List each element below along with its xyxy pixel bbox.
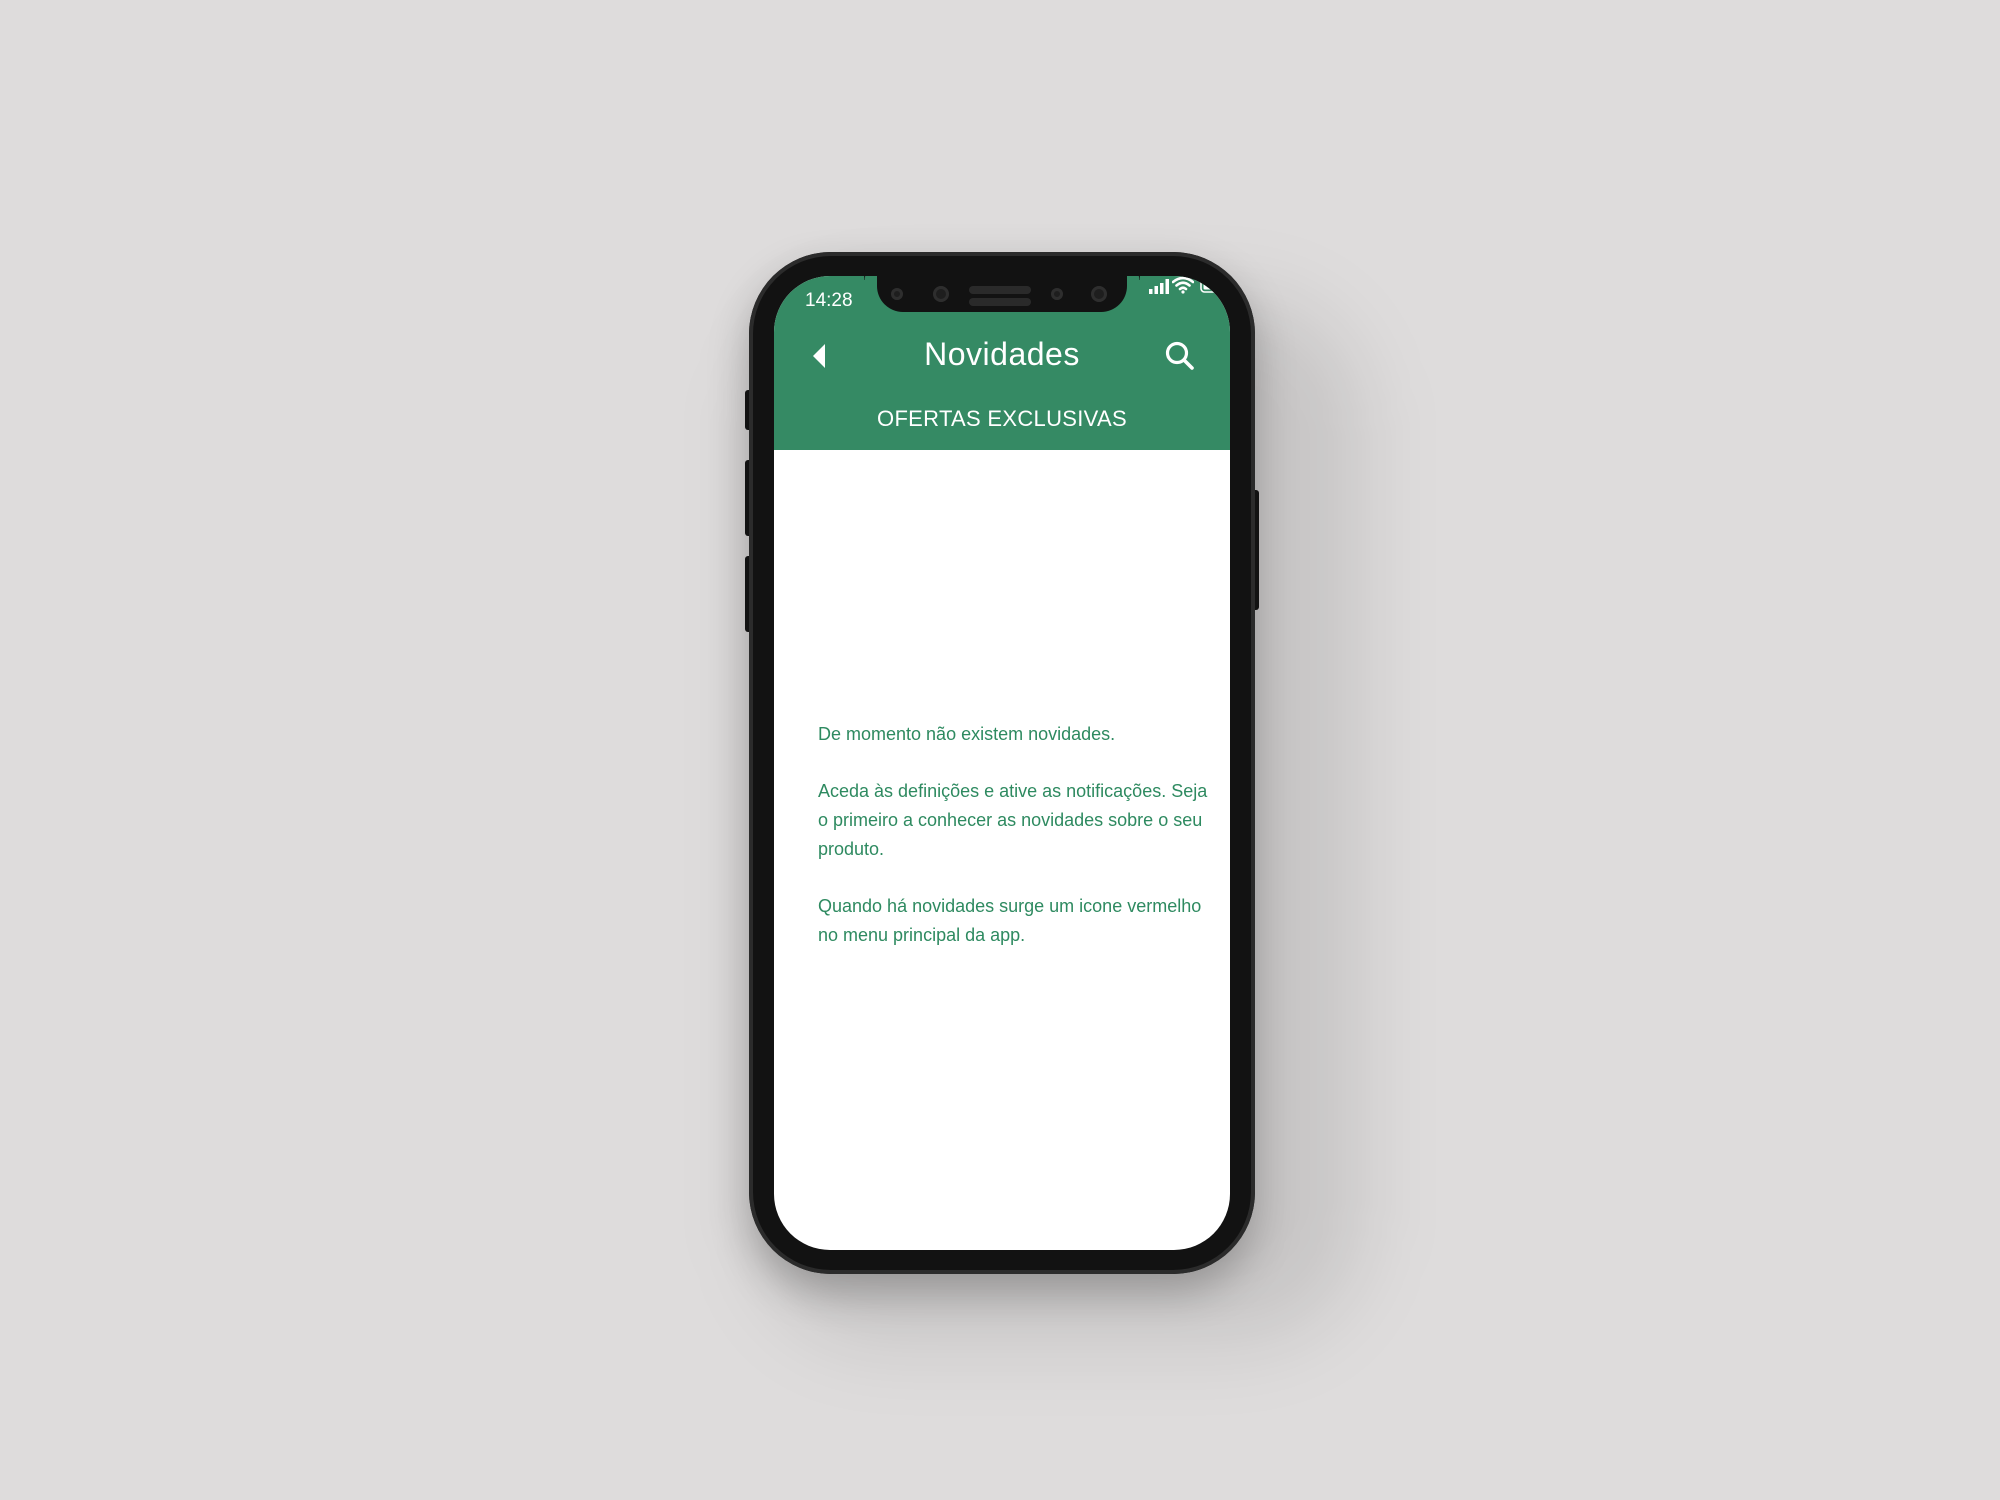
empty-state-line: Aceda às definições e ative as notificaç… <box>818 781 1208 859</box>
app-header: 14:28 Novidades OFERTAS EXCLUSIVAS <box>774 276 1230 450</box>
signal-icon <box>1149 279 1169 294</box>
search-icon <box>1165 341 1194 370</box>
tab-ofertas-exclusivas[interactable]: OFERTAS EXCLUSIVAS <box>774 406 1230 432</box>
empty-state-message: De momento não existem novidades. Aceda … <box>818 720 1208 978</box>
battery-icon <box>1200 278 1229 293</box>
sensor <box>1051 288 1063 300</box>
sensor <box>891 288 903 300</box>
wifi-icon <box>1172 276 1194 294</box>
search-button[interactable] <box>1162 338 1198 374</box>
empty-state-line: De momento não existem novidades. <box>818 724 1116 744</box>
proximity-sensor <box>1091 286 1107 302</box>
phone-screen: 14:28 Novidades OFERTAS EXCLUSIVAS De mo… <box>774 276 1230 1250</box>
front-camera <box>933 286 949 302</box>
notch <box>877 276 1140 312</box>
status-time: 14:28 <box>805 290 853 311</box>
speaker-grille <box>969 298 1031 306</box>
empty-state-line: Quando há novidades surge um icone verme… <box>818 896 1202 945</box>
speaker-grille <box>969 286 1031 294</box>
